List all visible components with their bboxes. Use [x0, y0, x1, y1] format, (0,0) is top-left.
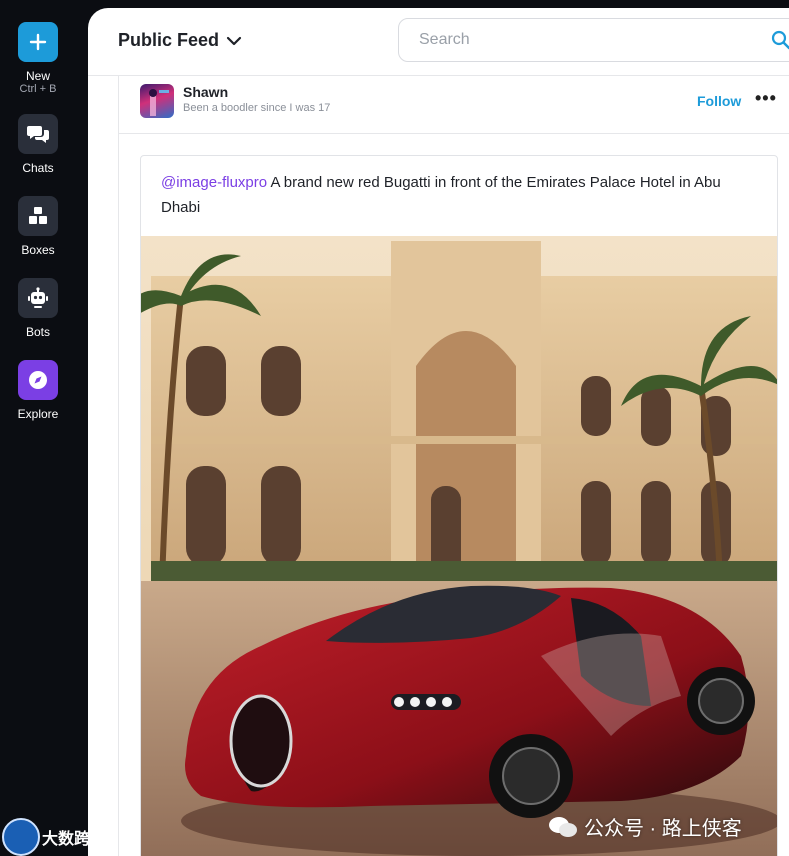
feed-selector[interactable]: Public Feed [118, 30, 243, 51]
robot-icon [18, 278, 58, 318]
avatar[interactable] [140, 84, 174, 118]
user-name[interactable]: Shawn [183, 84, 228, 100]
top-bar: Public Feed [88, 8, 789, 76]
sidebar: New Ctrl + B Chats Boxes Bots Explore [0, 0, 88, 856]
user-bio: Been a boodler since I was 17 [183, 102, 331, 114]
bot-mention[interactable]: @image-fluxpro [161, 174, 267, 191]
post-header: Shawn Been a boodler since I was 17 Foll… [119, 76, 789, 134]
sidebar-item-boxes[interactable]: Boxes [0, 196, 76, 257]
sidebar-item-bots[interactable]: Bots [0, 278, 76, 339]
logo-badge-icon [2, 818, 40, 856]
more-options-icon[interactable]: ••• [755, 88, 777, 109]
compass-icon [18, 360, 58, 400]
sidebar-item-label: Chats [22, 161, 54, 175]
sidebar-item-label: Boxes [21, 243, 55, 257]
sidebar-item-label: Explore [17, 407, 59, 421]
page-title: Public Feed [118, 30, 220, 50]
sidebar-item-explore[interactable]: Explore [0, 360, 76, 421]
app-window: New Ctrl + B Chats Boxes Bots Explore Pu… [0, 0, 789, 856]
search-input[interactable] [419, 31, 759, 49]
plus-icon [18, 22, 58, 62]
wechat-icon [549, 816, 577, 837]
generated-image[interactable] [141, 236, 777, 856]
sidebar-item-chats[interactable]: Chats [0, 114, 76, 175]
search-box[interactable] [398, 18, 789, 62]
chevron-down-icon [226, 36, 242, 45]
sidebar-item-label: New [25, 69, 50, 83]
main-panel: Public Feed Shawn Been a boodler since [88, 8, 789, 856]
shortcut-hint: Ctrl + B [19, 83, 57, 95]
watermark-text: 公众号 · 路上侠客 [548, 812, 742, 841]
watermark-logo: 大数跨境 [2, 818, 106, 856]
feed-content: Shawn Been a boodler since I was 17 Foll… [118, 76, 789, 856]
sidebar-item-new[interactable]: New Ctrl + B [0, 22, 76, 96]
boxes-icon [18, 196, 58, 236]
follow-button[interactable]: Follow [697, 93, 741, 109]
chat-bubbles-icon [18, 114, 58, 154]
search-icon[interactable] [771, 30, 789, 50]
message-card: @image-fluxpro A brand new red Bugatti i… [140, 155, 778, 856]
prompt-text: @image-fluxpro A brand new red Bugatti i… [161, 170, 761, 220]
sidebar-item-label: Bots [25, 325, 50, 339]
